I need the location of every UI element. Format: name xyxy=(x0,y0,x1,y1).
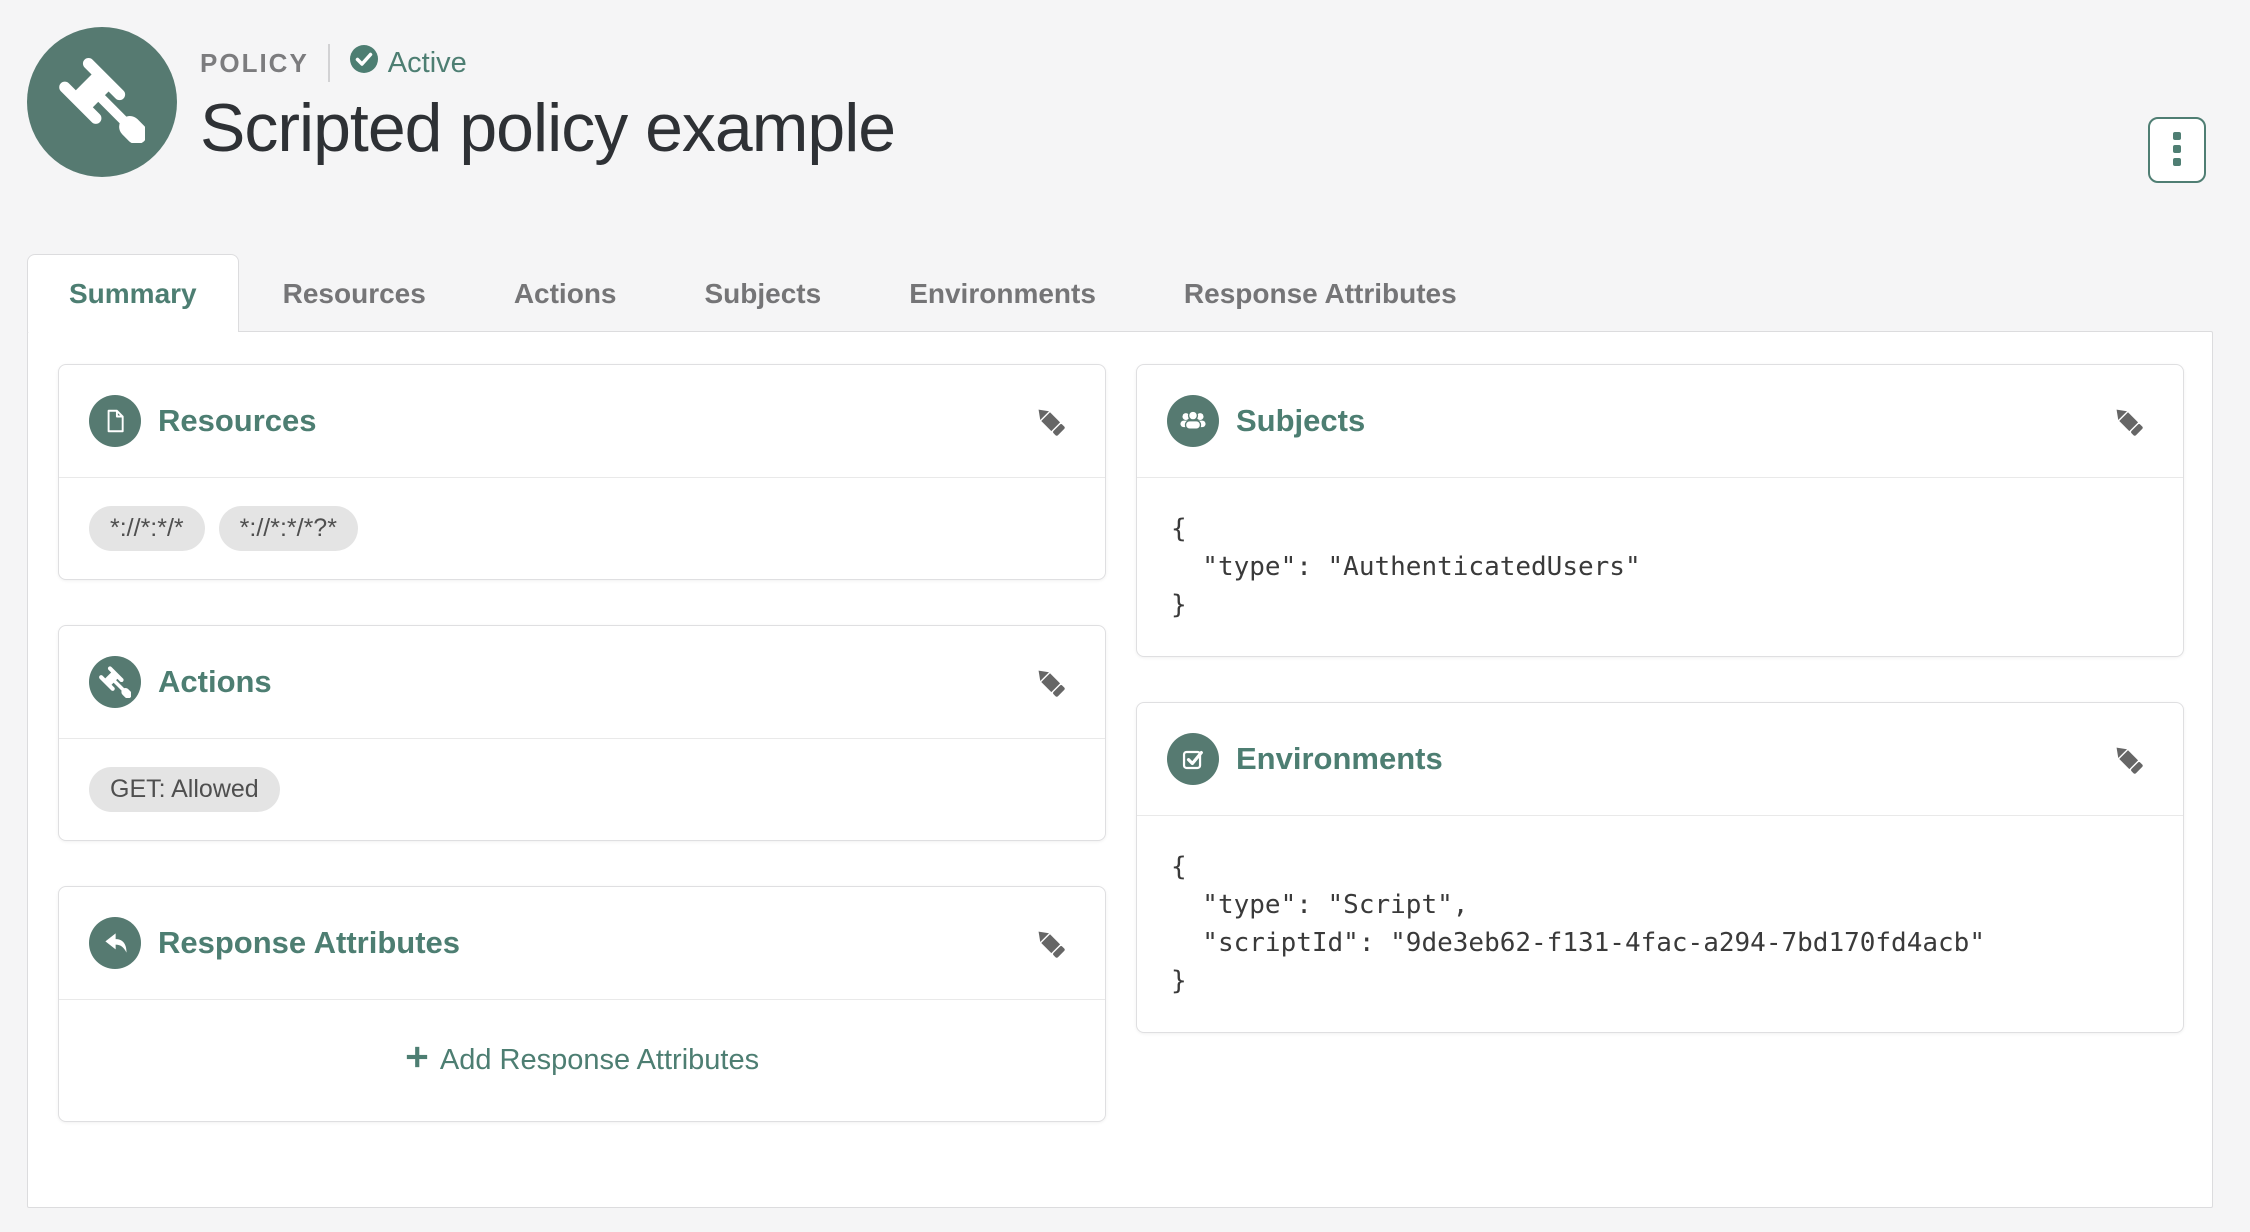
actions-card: Actions GET: Allowed xyxy=(58,625,1106,841)
edit-environments-button[interactable] xyxy=(2103,734,2153,784)
action-tags: GET: Allowed xyxy=(89,767,1075,812)
tab-response-attributes[interactable]: Response Attributes xyxy=(1140,254,1501,332)
entity-type-label: POLICY xyxy=(200,47,309,78)
header-meta: POLICY Active xyxy=(200,43,895,83)
tab-environments[interactable]: Environments xyxy=(865,254,1140,332)
environments-card-header: Environments xyxy=(1137,703,2183,816)
edit-actions-button[interactable] xyxy=(1025,657,1075,707)
tab-subjects[interactable]: Subjects xyxy=(661,254,866,332)
pencil-icon xyxy=(2109,409,2147,443)
tab-actions[interactable]: Actions xyxy=(470,254,661,332)
summary-panel: Resources *://*:*/* *://*:*/*?* Actions … xyxy=(27,331,2213,1208)
response-attributes-card-body: Add Response Attributes xyxy=(59,1000,1105,1121)
response-attributes-card: Response Attributes Add Response Attribu… xyxy=(58,886,1106,1122)
pencil-icon xyxy=(1031,670,1069,704)
subjects-json: { "type": "AuthenticatedUsers" } xyxy=(1171,514,1641,620)
more-actions-button[interactable] xyxy=(2148,117,2206,183)
plus-icon xyxy=(405,1044,429,1077)
policy-avatar xyxy=(27,27,177,177)
actions-card-title: Actions xyxy=(158,664,272,699)
response-attributes-card-header: Response Attributes xyxy=(59,887,1105,1000)
gavel-icon xyxy=(59,57,148,148)
resources-card: Resources *://*:*/* *://*:*/*?* xyxy=(58,364,1106,580)
action-tag: GET: Allowed xyxy=(89,767,280,812)
edit-resources-button[interactable] xyxy=(1025,396,1075,446)
environments-card-title: Environments xyxy=(1236,741,1443,776)
resources-card-body: *://*:*/* *://*:*/*?* xyxy=(59,478,1105,579)
actions-card-header: Actions xyxy=(59,626,1105,739)
check-square-icon xyxy=(1167,733,1219,785)
subjects-card-header: Subjects xyxy=(1137,365,2183,478)
status-badge: Active xyxy=(349,44,467,82)
left-column: Resources *://*:*/* *://*:*/*?* Actions … xyxy=(58,364,1106,1207)
resource-tag: *://*:*/* xyxy=(89,506,205,551)
page-header: POLICY Active Scripted policy example xyxy=(0,0,2250,183)
pencil-icon xyxy=(1031,409,1069,443)
edit-response-attributes-button[interactable] xyxy=(1025,918,1075,968)
subjects-card-title: Subjects xyxy=(1236,403,1366,438)
resource-tag: *://*:*/*?* xyxy=(218,506,358,551)
tab-bar: Summary Resources Actions Subjects Envir… xyxy=(27,254,2213,332)
reply-arrow-icon xyxy=(89,917,141,969)
resource-tags: *://*:*/* *://*:*/*?* xyxy=(89,506,1075,551)
add-response-attributes-label: Add Response Attributes xyxy=(439,1044,760,1076)
users-icon xyxy=(1167,395,1219,447)
environments-card: Environments { "type": "Script", "script… xyxy=(1136,702,2184,1033)
actions-card-body: GET: Allowed xyxy=(59,739,1105,840)
gavel-icon xyxy=(89,656,141,708)
header-text: POLICY Active Scripted policy example xyxy=(200,27,896,166)
environments-json: { "type": "Script", "scriptId": "9de3eb6… xyxy=(1171,852,1985,996)
check-circle-icon xyxy=(349,44,379,82)
pencil-icon xyxy=(1031,931,1069,965)
pencil-icon xyxy=(2109,747,2147,781)
kebab-icon xyxy=(2172,131,2182,170)
page-title: Scripted policy example xyxy=(200,90,896,166)
tab-resources[interactable]: Resources xyxy=(239,254,470,332)
right-column: Subjects { "type": "AuthenticatedUsers" … xyxy=(1136,364,2184,1207)
response-attributes-card-title: Response Attributes xyxy=(158,925,461,960)
tab-summary[interactable]: Summary xyxy=(27,254,239,332)
document-icon xyxy=(89,395,141,447)
edit-subjects-button[interactable] xyxy=(2103,396,2153,446)
status-label: Active xyxy=(387,46,467,79)
meta-divider xyxy=(327,44,330,82)
resources-card-title: Resources xyxy=(158,403,317,438)
subjects-card: Subjects { "type": "AuthenticatedUsers" … xyxy=(1136,364,2184,657)
resources-card-header: Resources xyxy=(59,365,1105,478)
add-response-attributes-link[interactable]: Add Response Attributes xyxy=(405,1044,759,1077)
